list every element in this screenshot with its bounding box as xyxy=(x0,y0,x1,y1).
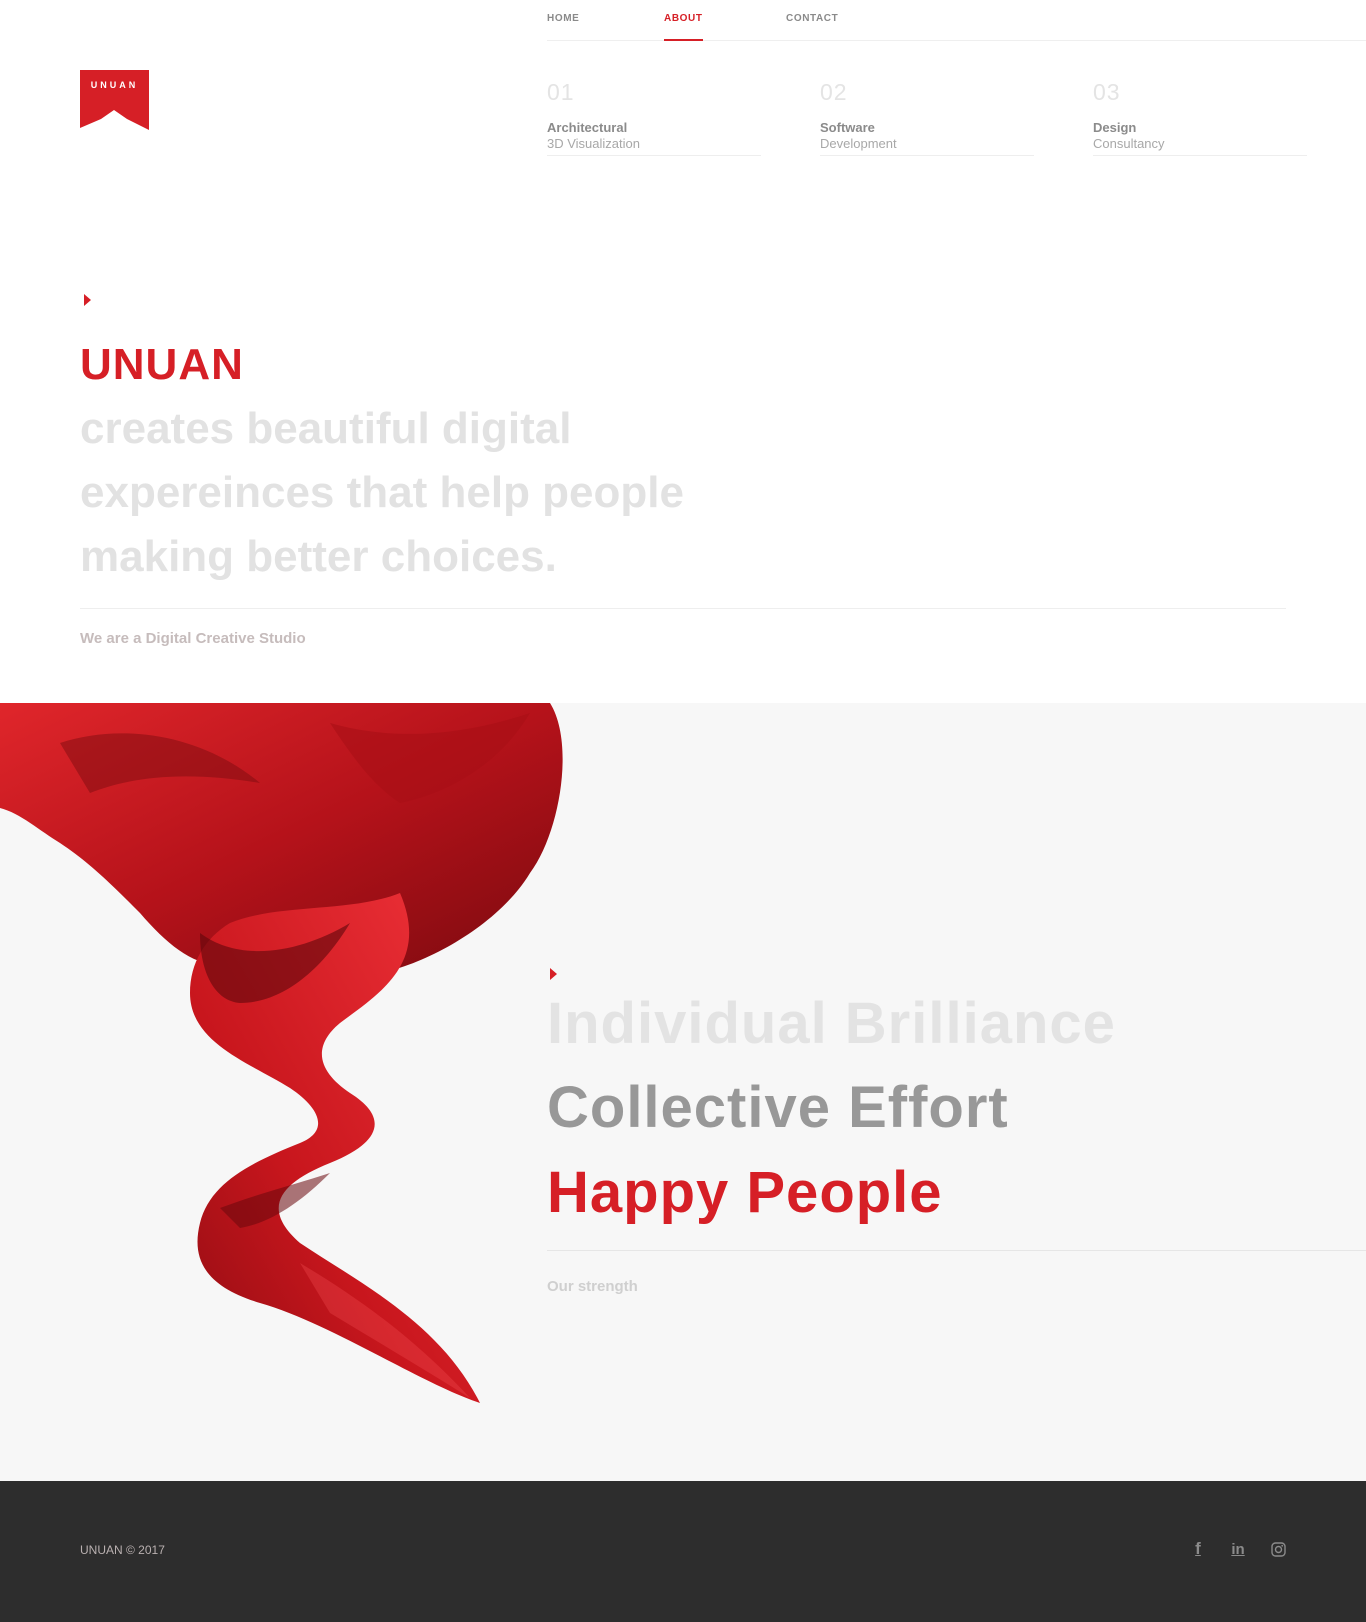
divider xyxy=(547,1250,1366,1251)
logo-banner-shape xyxy=(80,70,149,130)
nav-contact-link[interactable]: CONTACT xyxy=(786,13,838,24)
service-number: 01 xyxy=(547,79,575,105)
instagram-glyph xyxy=(1270,1541,1286,1557)
footer: UNUAN © 2017 f in xyxy=(0,1481,1366,1622)
strength-line-happy: Happy People xyxy=(547,1160,943,1225)
main-nav: HOME ABOUT CONTACT xyxy=(547,0,1366,41)
service-title: Architectural xyxy=(547,120,628,135)
play-marker-icon xyxy=(550,968,557,980)
strength-line-individual: Individual Brilliance xyxy=(547,991,1116,1056)
service-title: Software xyxy=(820,120,875,135)
red-silk-ribbon-image xyxy=(0,703,563,1403)
logo-text: UNUAN xyxy=(90,80,139,90)
linkedin-icon[interactable]: in xyxy=(1228,1539,1248,1559)
hero-tagline: We are a Digital Creative Studio xyxy=(80,630,306,647)
service-item-software[interactable]: 02 Software Development xyxy=(820,80,1034,156)
service-subtitle: 3D Visualization xyxy=(547,136,640,151)
hero-headline-line: expereinces that help people xyxy=(80,468,684,517)
hero-brand-title: UNUAN xyxy=(80,340,244,389)
service-item-design[interactable]: 03 Design Consultancy xyxy=(1093,80,1307,156)
brand-logo[interactable]: UNUAN xyxy=(80,70,149,130)
service-subtitle: Development xyxy=(820,136,897,151)
service-subtitle: Consultancy xyxy=(1093,136,1165,151)
nav-home-link[interactable]: HOME xyxy=(547,13,579,24)
strength-section: Individual Brilliance Collective Effort … xyxy=(0,703,1366,1481)
copyright-text: UNUAN © 2017 xyxy=(80,1543,165,1557)
service-number: 03 xyxy=(1093,79,1121,105)
service-number: 02 xyxy=(820,79,848,105)
service-title: Design xyxy=(1093,120,1137,135)
service-item-architectural[interactable]: 01 Architectural 3D Visualization xyxy=(547,80,761,156)
nav-about-link[interactable]: ABOUT xyxy=(664,13,703,41)
play-marker-icon xyxy=(84,294,91,306)
divider xyxy=(80,608,1286,609)
facebook-icon[interactable]: f xyxy=(1188,1539,1208,1559)
strength-line-collective: Collective Effort xyxy=(547,1075,1009,1140)
hero-headline-line: creates beautiful digital xyxy=(80,404,572,453)
hero-headline-line: making better choices. xyxy=(80,532,557,581)
strength-tagline: Our strength xyxy=(547,1278,638,1295)
instagram-icon[interactable] xyxy=(1268,1539,1288,1559)
